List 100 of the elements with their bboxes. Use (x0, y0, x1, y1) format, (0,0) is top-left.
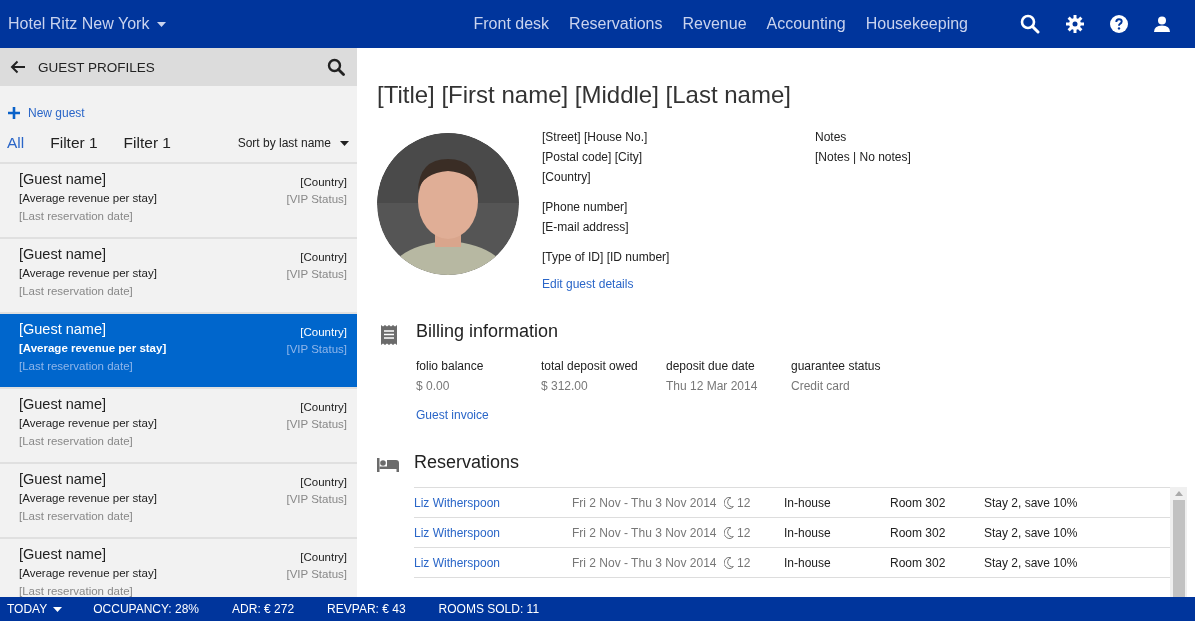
guest-list-item[interactable]: [Guest name] [Average revenue per stay] [Last reservation date] [Country] [VIP Status] (0, 464, 357, 539)
filter-tab[interactable]: Filter 1 (50, 134, 98, 152)
status-text: In-house (784, 525, 832, 540)
revenue-text: [Average revenue per stay] (19, 341, 167, 356)
panel-title: GUEST PROFILES (38, 59, 155, 75)
field-label: deposit due date (666, 358, 756, 375)
sort-dropdown[interactable]: Sort by last name (237, 136, 349, 150)
offer-text: Stay 2, save 10% (984, 495, 1079, 510)
date-text: [Last reservation date] (19, 359, 133, 374)
revenue-text: [Average revenue per stay] (19, 566, 157, 581)
caret-icon (340, 140, 349, 146)
revenue-text: [Average revenue per stay] (19, 491, 157, 506)
notes-label: Notes (815, 129, 848, 146)
nights-count: 12 (737, 525, 751, 540)
guest-name: [Guest name] (19, 245, 107, 264)
new-guest-link[interactable]: New guest (0, 86, 85, 120)
nights-count: 12 (737, 555, 751, 570)
field-value: $ 0.00 (416, 378, 451, 395)
field-value: Credit card (791, 378, 851, 395)
guest-name: [Guest name] (19, 545, 107, 564)
caret-icon (157, 21, 167, 27)
room-text: Room 302 (890, 495, 947, 510)
country-text: [Country] (300, 250, 347, 265)
contact-text: [Type of ID] [ID number] (542, 249, 670, 266)
field-label: total deposit owed (541, 358, 639, 375)
date-text: [Last reservation date] (19, 284, 133, 299)
moon-icon (724, 556, 734, 569)
offer-text: Stay 2, save 10% (984, 525, 1079, 540)
bed-icon (377, 458, 399, 472)
guest-name: [Guest name] (19, 395, 107, 414)
back-arrow-icon[interactable] (10, 60, 26, 74)
date-range: Fri 2 Nov - Thu 3 Nov 2014 (572, 495, 718, 510)
nav-link[interactable]: Front desk (473, 15, 550, 33)
nav-link[interactable]: Housekeeping (865, 15, 968, 33)
nav-link[interactable]: Accounting (766, 15, 846, 33)
help-icon[interactable] (1110, 15, 1128, 33)
moon-icon (724, 496, 734, 509)
country-text: [Country] (300, 400, 347, 415)
plus-icon (8, 107, 20, 119)
offer-text: Stay 2, save 10% (984, 555, 1079, 570)
revenue-text: [Average revenue per stay] (19, 266, 157, 281)
guest-invoice-link[interactable]: Guest invoice (416, 408, 489, 422)
guest-full-name: [Title] [First name] [Middle] [Last name] (377, 81, 792, 109)
guest-link[interactable]: Liz Witherspoon (414, 555, 572, 570)
guest-list-item[interactable]: [Guest name] [Average revenue per stay] [Last reservation date] [Country] [VIP Status] (0, 164, 357, 239)
revenue-text: [Average revenue per stay] (19, 191, 157, 206)
country-text: [Country] (300, 175, 347, 190)
moon-icon (724, 526, 734, 539)
country-text: [Country] (300, 325, 347, 340)
room-text: Room 302 (890, 555, 947, 570)
contact-text: [Street] [House No.] (542, 129, 648, 146)
room-text: Room 302 (890, 525, 947, 540)
stat-text: ADR: € 272 (232, 602, 295, 616)
contact-text: [E-mail address] (542, 219, 629, 236)
search-icon[interactable] (327, 58, 345, 76)
guest-name: [Guest name] (19, 320, 107, 339)
date-text: [Last reservation date] (19, 209, 133, 224)
search-icon[interactable] (1020, 14, 1040, 34)
date-text: [Last reservation date] (19, 509, 133, 524)
field-label: guarantee status (791, 358, 882, 375)
guest-list-item[interactable]: [Guest name] [Average revenue per stay] [Last reservation date] [Country] [VIP Status] (0, 314, 357, 389)
contact-text: [Postal code] [City] (542, 149, 644, 166)
section-heading: Reservations (414, 452, 520, 473)
vip-status-text: [VIP Status] (286, 267, 347, 282)
guest-link[interactable]: Liz Witherspoon (414, 495, 572, 510)
date-text: [Last reservation date] (19, 584, 133, 597)
revenue-text: [Average revenue per stay] (19, 416, 157, 431)
vip-status-text: [VIP Status] (286, 567, 347, 582)
guest-list-item[interactable]: [Guest name] [Average revenue per stay] [Last reservation date] [Country] [VIP Status] (0, 389, 357, 464)
field-label: folio balance (416, 358, 485, 375)
nav-link[interactable]: Reservations (569, 15, 663, 33)
hotel-selector[interactable]: Hotel Ritz New York (0, 15, 167, 33)
field-value: $ 312.00 (541, 378, 589, 395)
settings-icon[interactable] (1066, 15, 1084, 33)
nav-link[interactable]: Revenue (682, 15, 747, 33)
country-text: [Country] (300, 475, 347, 490)
user-icon[interactable] (1154, 16, 1170, 32)
notes-text: [Notes | No notes] (815, 149, 911, 166)
edit-details-link[interactable]: Edit guest details (542, 277, 634, 291)
date-text: [Last reservation date] (19, 434, 133, 449)
status-text: In-house (784, 555, 832, 570)
section-heading: Billing information (416, 321, 559, 342)
nights-count: 12 (737, 495, 751, 510)
period-selector[interactable]: TODAY (0, 602, 63, 616)
filter-tab[interactable]: All (7, 134, 25, 152)
scrollbar[interactable] (1170, 487, 1187, 597)
guest-link[interactable]: Liz Witherspoon (414, 525, 572, 540)
status-text: In-house (784, 495, 832, 510)
date-range: Fri 2 Nov - Thu 3 Nov 2014 (572, 525, 718, 540)
stat-text: ROOMS SOLD: 11 (438, 602, 540, 616)
country-text: [Country] (300, 550, 347, 565)
contact-text: [Phone number] (542, 199, 629, 216)
guest-name: [Guest name] (19, 470, 107, 489)
receipt-icon (380, 325, 398, 345)
date-range: Fri 2 Nov - Thu 3 Nov 2014 (572, 555, 718, 570)
vip-status-text: [VIP Status] (286, 417, 347, 432)
vip-status-text: [VIP Status] (286, 492, 347, 507)
vip-status-text: [VIP Status] (286, 342, 347, 357)
caret-icon (53, 606, 63, 612)
filter-tab[interactable]: Filter 1 (123, 134, 171, 152)
